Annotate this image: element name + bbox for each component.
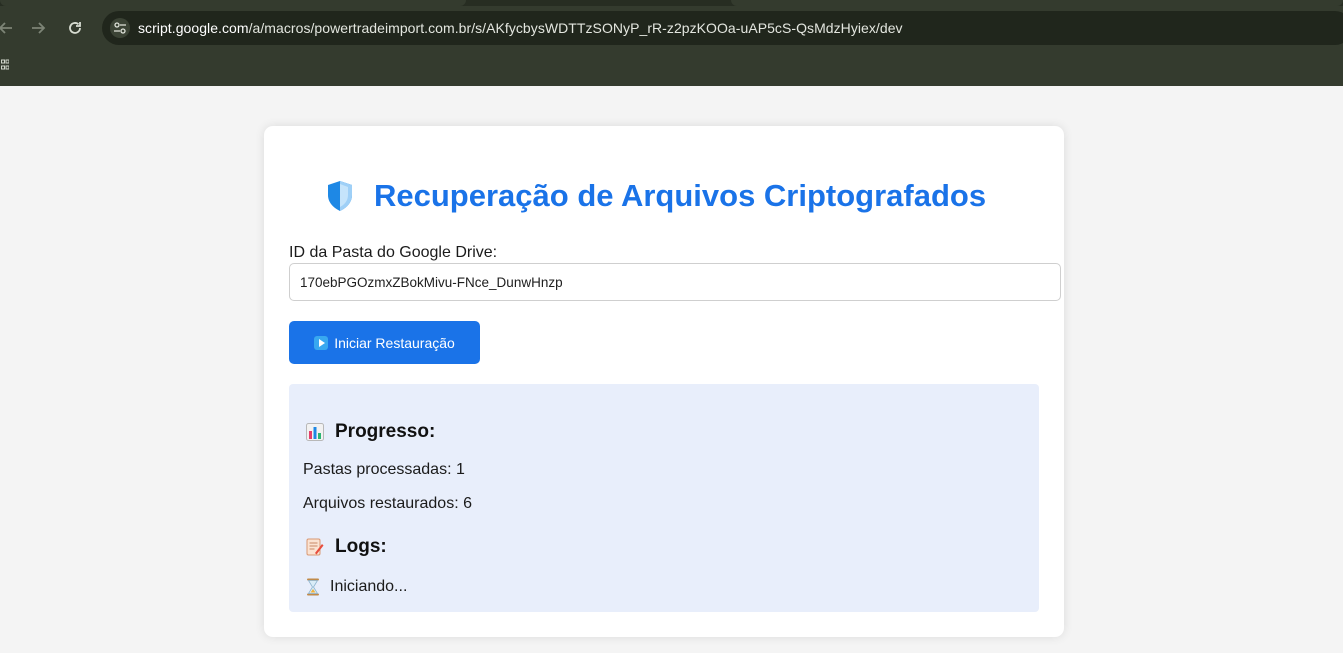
memo-icon: [306, 538, 324, 556]
bar-chart-icon: [306, 423, 324, 441]
tab-edge-right: [731, 0, 1343, 6]
folders-processed: Pastas processadas: 1: [303, 461, 465, 478]
folder-id-label: ID da Pasta do Google Drive:: [289, 244, 498, 261]
progress-heading-text: Progresso:: [335, 421, 436, 442]
url-host: script.google.com: [138, 20, 249, 36]
url-text[interactable]: script.google.com/a/macros/powertradeimp…: [138, 20, 903, 36]
browser-toolbar: script.google.com/a/macros/powertradeimp…: [0, 0, 1343, 86]
start-restore-button[interactable]: Iniciar Restauração: [289, 321, 480, 364]
reload-icon[interactable]: [63, 16, 87, 40]
shield-icon: [328, 181, 352, 211]
url-path: /a/macros/powertradeimport.com.br/s/AKfy…: [248, 20, 903, 36]
play-icon: [314, 335, 329, 350]
files-restored: Arquivos restaurados: 6: [303, 495, 472, 512]
back-icon[interactable]: [0, 16, 18, 40]
apps-grid-icon[interactable]: [1, 58, 10, 70]
log-entry-text: Iniciando...: [330, 578, 408, 595]
progress-heading: Progresso:: [306, 421, 435, 443]
tab-strip: [0, 0, 1343, 6]
page-title-text: Recuperação de Arquivos Criptografados: [374, 178, 987, 213]
page-title: Recuperação de Arquivos Criptografados: [326, 178, 1026, 214]
logs-heading: Logs:: [306, 536, 387, 558]
log-entry: Iniciando...: [306, 578, 407, 596]
forward-icon[interactable]: [26, 16, 50, 40]
logs-heading-text: Logs:: [335, 536, 387, 557]
folder-id-input[interactable]: [289, 263, 1061, 301]
hourglass-icon: [307, 578, 319, 596]
start-restore-label: Iniciar Restauração: [334, 334, 455, 351]
site-settings-icon[interactable]: [110, 18, 130, 38]
tab-edge-left: [0, 0, 466, 6]
address-bar[interactable]: script.google.com/a/macros/powertradeimp…: [102, 11, 1343, 45]
